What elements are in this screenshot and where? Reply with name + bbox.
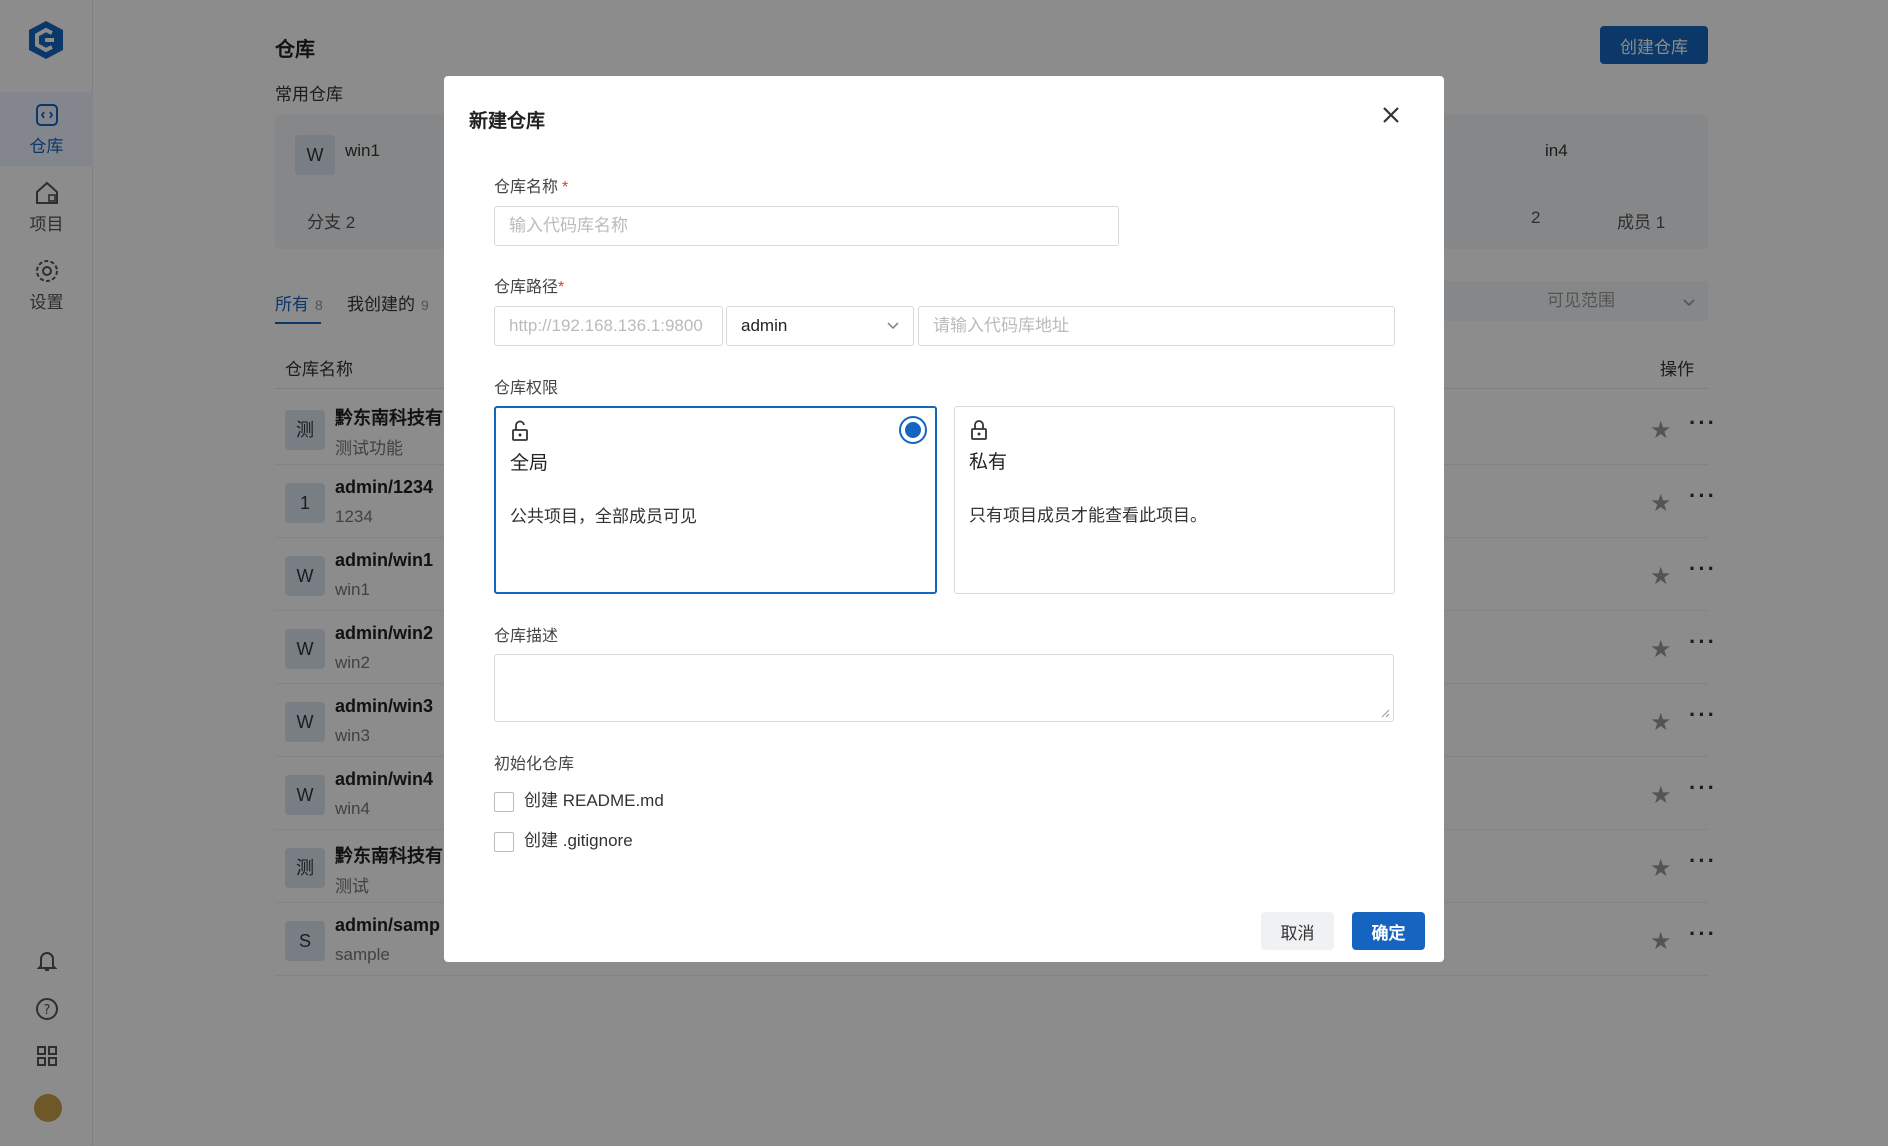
checkbox-label: 创建 .gitignore xyxy=(524,831,633,850)
resize-handle-icon[interactable] xyxy=(1380,708,1390,718)
repo-name-label: 仓库名称 * xyxy=(494,173,568,197)
confirm-button[interactable]: 确定 xyxy=(1352,912,1425,950)
checkbox-label: 创建 README.md xyxy=(524,791,664,810)
lock-icon xyxy=(971,420,987,440)
repo-path-prefix: http://192.168.136.1:9800 xyxy=(494,306,723,346)
permission-title: 私有 xyxy=(969,452,1008,473)
repo-description-label: 仓库描述 xyxy=(494,628,559,645)
radio-selected[interactable] xyxy=(899,416,927,444)
permission-desc: 公共项目，全部成员可见 xyxy=(510,507,697,526)
repo-description-textarea[interactable] xyxy=(494,654,1394,722)
selected-owner: admin xyxy=(741,316,788,335)
chevron-down-icon xyxy=(887,322,899,330)
init-readme-checkbox[interactable]: 创建 README.md xyxy=(494,786,664,812)
required-mark: * xyxy=(558,279,565,296)
new-repo-dialog: 新建仓库 仓库名称 * 输入代码库名称 仓库路径* http://192.168.… xyxy=(444,76,1444,962)
repo-path-input[interactable]: 请输入代码库地址 xyxy=(918,306,1395,346)
checkbox[interactable] xyxy=(494,831,514,852)
permission-option-public[interactable]: 全局 公共项目，全部成员可见 xyxy=(494,406,937,594)
init-repo-label: 初始化仓库 xyxy=(494,756,575,773)
dialog-title: 新建仓库 xyxy=(469,111,546,132)
permission-option-private[interactable]: 私有 只有项目成员才能查看此项目。 xyxy=(954,406,1395,594)
checkbox[interactable] xyxy=(494,791,514,812)
repo-name-input[interactable]: 输入代码库名称 xyxy=(494,206,1119,246)
close-icon[interactable] xyxy=(1377,101,1405,129)
permission-desc: 只有项目成员才能查看此项目。 xyxy=(969,506,1207,525)
unlock-icon xyxy=(512,420,528,441)
label-text: 仓库名称 xyxy=(494,179,559,196)
repo-permission-label: 仓库权限 xyxy=(494,380,559,397)
permission-title: 全局 xyxy=(510,453,549,474)
repo-path-label: 仓库路径* xyxy=(494,273,564,297)
required-mark: * xyxy=(562,179,569,196)
init-gitignore-checkbox[interactable]: 创建 .gitignore xyxy=(494,826,633,852)
repo-owner-select[interactable]: admin xyxy=(726,306,914,346)
label-text: 仓库路径 xyxy=(494,279,559,296)
cancel-button[interactable]: 取消 xyxy=(1261,912,1334,950)
